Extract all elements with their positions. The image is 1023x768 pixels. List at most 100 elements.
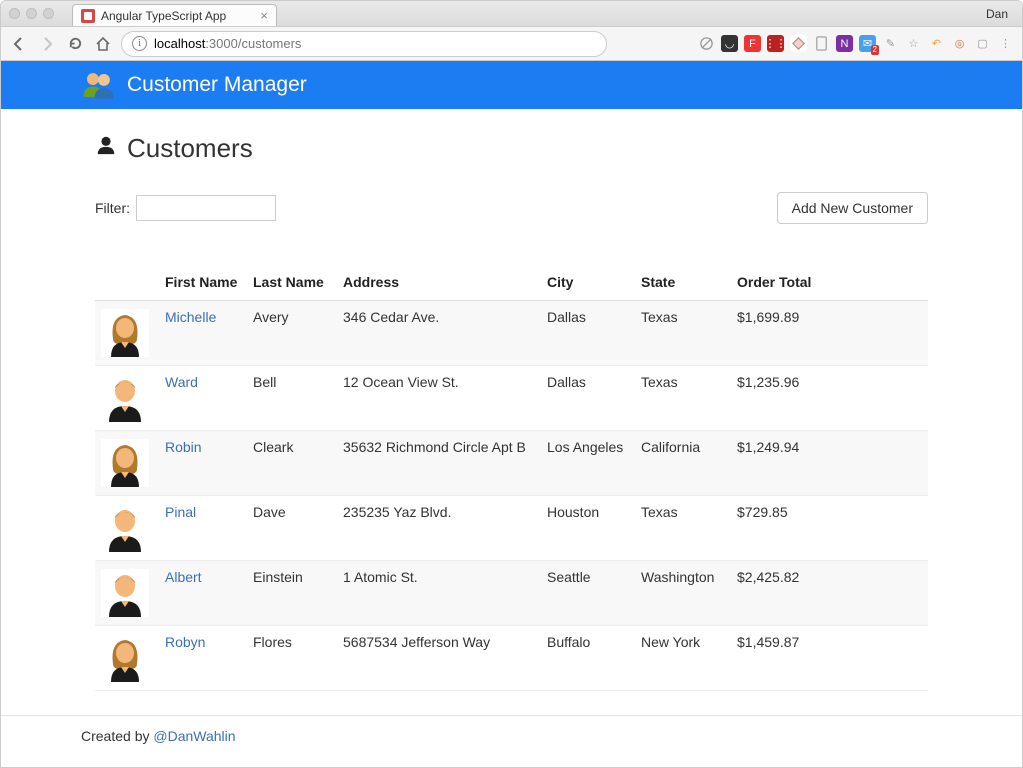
ext-icon-device[interactable] [813,35,830,52]
app-logo-icon [81,68,115,102]
browser-toolbar: i localhost:3000/customers ◡ F ⋮⋮ N ✉2 ✎… [1,27,1022,61]
ext-icon-red[interactable]: ⋮⋮ [767,35,784,52]
ext-badge: 2 [871,45,879,55]
footer: Created by @DanWahlin [1,715,1022,756]
url-bar[interactable]: i localhost:3000/customers [121,31,607,57]
cell-state: Washington [635,561,731,626]
table-row: AlbertEinstein1 Atomic St.SeattleWashing… [95,561,928,626]
ext-icon-pocket[interactable]: ◡ [721,35,738,52]
url-host: localhost [154,36,205,51]
avatar-cell [95,366,159,431]
avatar-m-icon [101,569,149,617]
ext-icon-1[interactable] [698,35,715,52]
page-body: Customers Filter: Add New Customer First… [1,109,1022,701]
cell-state: Texas [635,496,731,561]
url-path: /customers [238,36,302,51]
cell-first-name: Ward [159,366,247,431]
customer-name-link[interactable]: Robyn [165,634,205,650]
customer-name-link[interactable]: Ward [165,374,198,390]
bookmark-star-icon[interactable]: ☆ [905,35,922,52]
app-header: Customer Manager [1,61,1022,109]
cell-address: 5687534 Jefferson Way [337,626,541,691]
cell-address: 35632 Richmond Circle Apt B [337,431,541,496]
traffic-minimize[interactable] [26,8,37,19]
cell-first-name: Robyn [159,626,247,691]
avatar-f-icon [101,309,149,357]
cell-last-name: Avery [247,301,337,366]
filter-input[interactable] [136,195,276,221]
tab-close-icon[interactable]: × [260,8,268,23]
chrome-menu-icon[interactable]: ⋮ [997,35,1014,52]
window-titlebar: Angular TypeScript App × Dan [1,1,1022,27]
tab-title: Angular TypeScript App [101,9,226,23]
traffic-lights [9,8,54,19]
forward-button[interactable] [37,34,57,54]
cell-address: 235235 Yaz Blvd. [337,496,541,561]
cell-city: Seattle [541,561,635,626]
cell-order-total: $729.85 [731,496,928,561]
page-title-text: Customers [127,133,253,164]
profile-name[interactable]: Dan [986,7,1014,21]
cell-first-name: Albert [159,561,247,626]
cell-order-total: $1,249.94 [731,431,928,496]
footer-author-link[interactable]: @DanWahlin [153,728,235,744]
reload-button[interactable] [65,34,85,54]
url-text: localhost:3000/customers [154,36,301,51]
col-header-state[interactable]: State [635,264,731,301]
tab-favicon [81,9,95,23]
cell-city: Dallas [541,366,635,431]
url-port: :3000 [205,36,238,51]
col-header-address[interactable]: Address [337,264,541,301]
avatar-cell [95,561,159,626]
site-info-icon[interactable]: i [132,36,147,51]
col-header-first-name[interactable]: First Name [159,264,247,301]
extension-icons: ◡ F ⋮⋮ N ✉2 ✎ ☆ ↶ ◎ ▢ ⋮ [698,35,1014,52]
customer-name-link[interactable]: Albert [165,569,202,585]
cell-city: Buffalo [541,626,635,691]
avatar-f-icon [101,439,149,487]
browser-window: Angular TypeScript App × Dan i localhost… [0,0,1023,768]
traffic-close[interactable] [9,8,20,19]
app-viewport: Customer Manager Customers Filter: Add N… [1,61,1022,767]
ext-icon-onenote[interactable]: N [836,35,853,52]
avatar-m-icon [101,374,149,422]
col-header-city[interactable]: City [541,264,635,301]
table-row: RobinCleark35632 Richmond Circle Apt BLo… [95,431,928,496]
customer-name-link[interactable]: Michelle [165,309,216,325]
ext-icon-wand[interactable]: ✎ [882,35,899,52]
user-icon [95,133,117,164]
app-title[interactable]: Customer Manager [127,73,307,97]
customer-name-link[interactable]: Pinal [165,504,196,520]
ext-icon-diamond[interactable] [790,35,807,52]
customers-table: First Name Last Name Address City State … [95,264,928,691]
col-header-order-total[interactable]: Order Total [731,264,928,301]
cell-last-name: Cleark [247,431,337,496]
cell-state: New York [635,626,731,691]
cell-last-name: Flores [247,626,337,691]
tab-strip: Angular TypeScript App × [72,1,277,26]
col-header-last-name[interactable]: Last Name [247,264,337,301]
ext-icon-undo[interactable]: ↶ [928,35,945,52]
footer-prefix: Created by [81,728,153,744]
ext-icon-chat[interactable]: ✉2 [859,35,876,52]
ext-icon-target[interactable]: ◎ [951,35,968,52]
cell-order-total: $1,235.96 [731,366,928,431]
cell-city: Dallas [541,301,635,366]
page-title: Customers [95,133,928,164]
avatar-f-icon [101,634,149,682]
ext-icon-flipboard[interactable]: F [744,35,761,52]
avatar-cell [95,626,159,691]
browser-tab[interactable]: Angular TypeScript App × [72,4,277,26]
traffic-zoom[interactable] [43,8,54,19]
cell-last-name: Dave [247,496,337,561]
avatar-m-icon [101,504,149,552]
ext-icon-box[interactable]: ▢ [974,35,991,52]
customer-name-link[interactable]: Robin [165,439,202,455]
add-new-customer-button[interactable]: Add New Customer [777,192,928,224]
home-button[interactable] [93,34,113,54]
avatar-cell [95,301,159,366]
cell-last-name: Bell [247,366,337,431]
back-button[interactable] [9,34,29,54]
controls-row: Filter: Add New Customer [95,192,928,224]
cell-first-name: Robin [159,431,247,496]
